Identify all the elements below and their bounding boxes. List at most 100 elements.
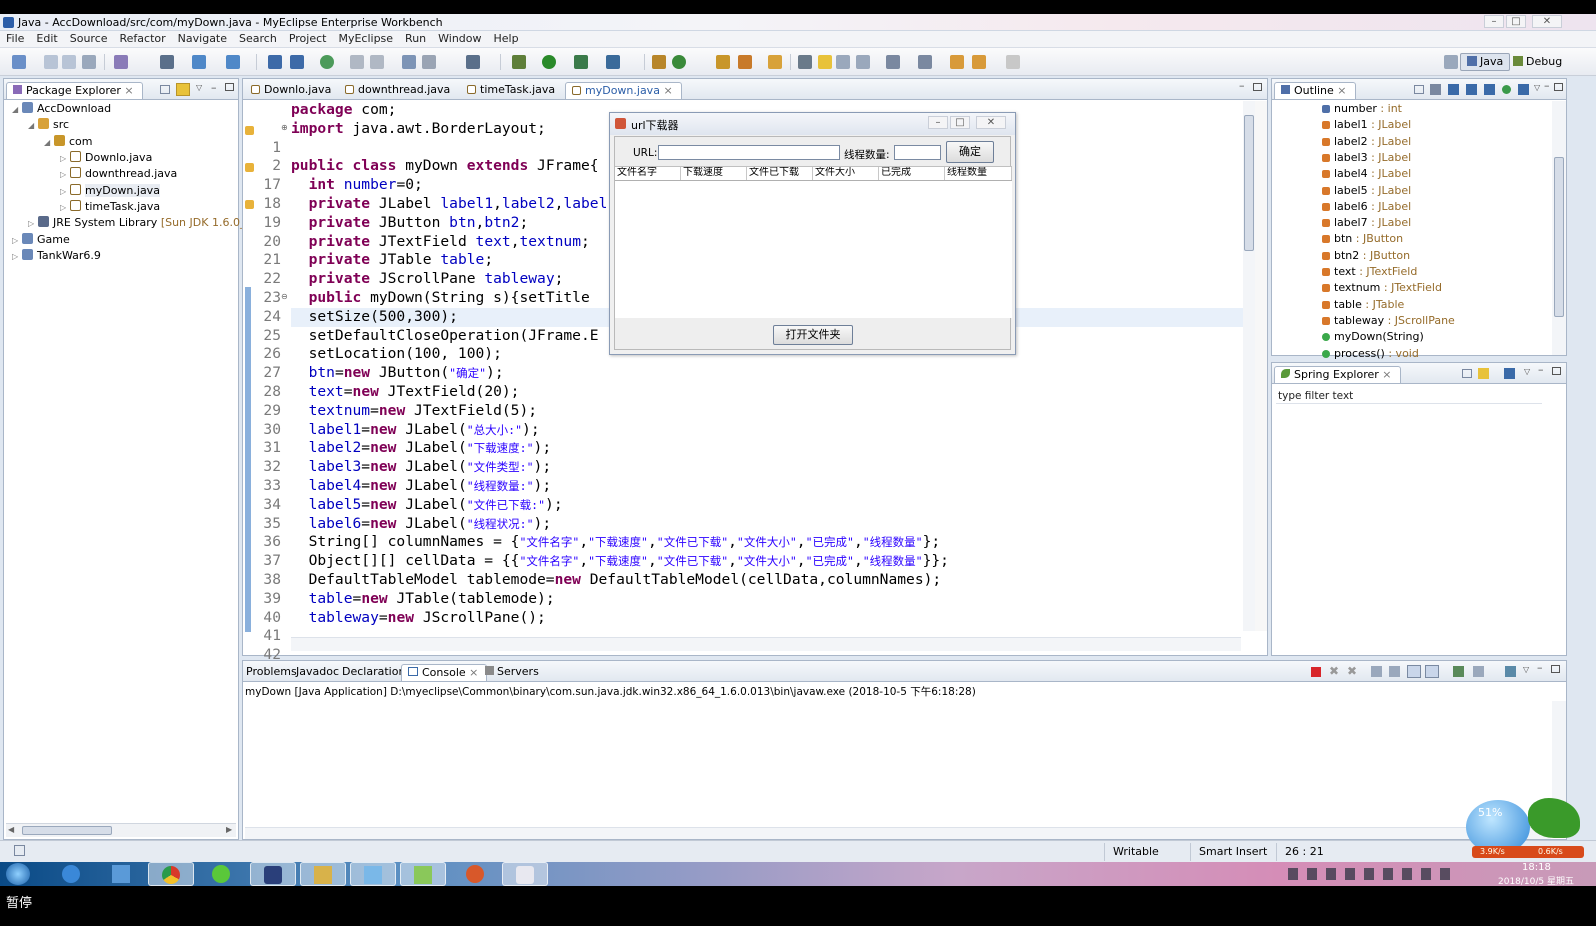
last-edit-icon[interactable]: [950, 55, 964, 69]
taskbar-editor-icon[interactable]: [400, 862, 446, 886]
taskbar-ie-icon[interactable]: [48, 862, 94, 886]
hide-local-icon[interactable]: [1502, 85, 1511, 94]
hide-nonpublic-icon[interactable]: [1484, 84, 1495, 95]
show-on-error-icon[interactable]: [1425, 665, 1439, 678]
close-icon[interactable]: ×: [663, 84, 672, 97]
tab-downthread-java[interactable]: downthread.java: [339, 82, 458, 99]
tree-item-mydown-java[interactable]: ▷ myDown.java: [60, 183, 160, 199]
taskbar-green-icon[interactable]: [198, 862, 244, 886]
terminate-icon[interactable]: [1311, 667, 1321, 677]
expanded-arrow-icon[interactable]: ◢: [44, 135, 54, 151]
threads-input[interactable]: [894, 145, 941, 160]
outline-item[interactable]: label6 : JLabel: [1322, 199, 1411, 215]
tree-item-accdownload[interactable]: ◢ AccDownload: [12, 101, 111, 117]
tree-item-jre-library[interactable]: ▷ JRE System Library [Sun JDK 1.6.0_13]: [28, 215, 264, 231]
taskbar-app-icon[interactable]: [98, 862, 144, 886]
taskbar-recorder-icon[interactable]: [452, 862, 498, 886]
debug-icon[interactable]: [512, 55, 526, 69]
view-menu-icon[interactable]: ▽: [1523, 665, 1529, 674]
clock-time[interactable]: 18:18: [1522, 862, 1551, 873]
filter-icon[interactable]: [1504, 368, 1515, 379]
scroll-right-icon[interactable]: ▶: [226, 825, 232, 834]
vertical-scrollbar[interactable]: [1243, 101, 1255, 631]
fast-view-icon[interactable]: [14, 845, 25, 856]
tab-console[interactable]: Console ×: [401, 664, 488, 681]
minimize-view-icon[interactable]: –: [211, 81, 217, 94]
maximize-view-icon[interactable]: [1551, 665, 1560, 673]
minimize-button[interactable]: –: [1484, 15, 1504, 28]
column-header[interactable]: 文件大小: [813, 167, 879, 180]
collapsed-arrow-icon[interactable]: ▷: [12, 249, 22, 265]
code-line[interactable]: label6=new JLabel("线程状况:");: [291, 515, 1241, 534]
focus-icon[interactable]: [1518, 84, 1529, 95]
tab-spring-explorer[interactable]: Spring Explorer ×: [1274, 366, 1401, 383]
outline-item[interactable]: label5 : JLabel: [1322, 183, 1411, 199]
debug-perspective-button[interactable]: Debug: [1506, 53, 1569, 71]
code-line[interactable]: Object[][] cellData = {{"文件名字","下载速度","文…: [291, 552, 1241, 571]
taskbar-explorer-icon[interactable]: [300, 862, 346, 886]
outline-item[interactable]: tableway : JScrollPane: [1322, 313, 1455, 329]
collapsed-arrow-icon[interactable]: ▷: [60, 184, 70, 200]
close-icon[interactable]: ×: [1382, 368, 1391, 381]
view-menu-icon[interactable]: ▽: [1524, 367, 1530, 376]
taskbar-java-icon[interactable]: [502, 862, 548, 886]
menu-edit[interactable]: Edit: [30, 31, 63, 45]
outline-item[interactable]: btn : JButton: [1322, 231, 1403, 247]
outline-item[interactable]: number : int: [1322, 101, 1402, 117]
scroll-lock-icon[interactable]: [1389, 666, 1400, 677]
pin-console-icon[interactable]: [1453, 666, 1464, 677]
menu-help[interactable]: Help: [488, 31, 525, 45]
block-select-icon[interactable]: [836, 55, 850, 69]
outline-item[interactable]: label3 : JLabel: [1322, 150, 1411, 166]
menu-window[interactable]: Window: [432, 31, 487, 45]
scroll-thumb[interactable]: [1244, 115, 1254, 251]
url-input[interactable]: [658, 145, 840, 160]
start-button-icon[interactable]: [6, 863, 30, 885]
tab-outline[interactable]: Outline ×: [1274, 82, 1356, 99]
java-perspective-button[interactable]: Java: [1460, 53, 1511, 71]
open-console-icon[interactable]: [1505, 666, 1516, 677]
collapsed-arrow-icon[interactable]: ▷: [60, 200, 70, 216]
prev-annotation-icon[interactable]: [918, 55, 932, 69]
outline-item[interactable]: process() : void: [1322, 346, 1419, 362]
console-output[interactable]: [245, 701, 1551, 827]
column-header[interactable]: 文件已下载: [747, 167, 813, 180]
tab-package-explorer[interactable]: Package Explorer ×: [6, 82, 143, 99]
maximize-view-icon[interactable]: [1552, 367, 1561, 375]
tool-icon[interactable]: [350, 55, 364, 69]
code-line[interactable]: table=new JTable(tablemode);: [291, 590, 1241, 609]
task-icon[interactable]: [268, 55, 282, 69]
search-icon[interactable]: [738, 55, 752, 69]
tab-mydown-java[interactable]: myDown.java ×: [565, 82, 682, 99]
menu-run[interactable]: Run: [399, 31, 432, 45]
maximize-view-icon[interactable]: [1253, 83, 1262, 91]
code-line[interactable]: label1=new JLabel("总大小:");: [291, 421, 1241, 440]
new-package-icon[interactable]: [652, 55, 666, 69]
console-hscroll[interactable]: [245, 827, 1551, 839]
expanded-arrow-icon[interactable]: ◢: [28, 118, 38, 134]
view-menu-icon[interactable]: ▽: [1534, 83, 1540, 92]
horizontal-scrollbar[interactable]: ◀ ▶: [6, 823, 236, 837]
open-perspective-icon[interactable]: [1444, 55, 1458, 69]
close-button[interactable]: ✕: [1532, 15, 1562, 28]
save-all-icon[interactable]: [62, 55, 76, 69]
maximize-view-icon[interactable]: [1554, 83, 1563, 91]
menu-file[interactable]: File: [0, 31, 30, 45]
dialog-minimize-button[interactable]: –: [928, 116, 948, 129]
tree-item-com[interactable]: ◢ com: [44, 134, 93, 150]
code-line[interactable]: tableway=new JScrollPane();: [291, 609, 1241, 628]
scroll-left-icon[interactable]: ◀: [8, 825, 14, 834]
toggle-mark-icon[interactable]: [818, 55, 832, 69]
tool4-icon[interactable]: [422, 55, 436, 69]
open-folder-button[interactable]: 打开文件夹: [773, 325, 853, 345]
show-on-output-icon[interactable]: [1407, 665, 1421, 678]
overview-ruler[interactable]: [1255, 101, 1267, 631]
tool3-icon[interactable]: [402, 55, 416, 69]
clock-date[interactable]: 2018/10/5 星期五: [1498, 874, 1574, 886]
taskbar-notebook-icon[interactable]: [350, 862, 396, 886]
code-line[interactable]: btn=new JButton("确定");: [291, 364, 1241, 383]
code-line[interactable]: label5=new JLabel("文件已下载:");: [291, 496, 1241, 515]
tray-icons[interactable]: [1288, 868, 1458, 880]
code-line[interactable]: DefaultTableModel tablemode=new DefaultT…: [291, 571, 1241, 590]
scroll-thumb[interactable]: [22, 826, 112, 835]
